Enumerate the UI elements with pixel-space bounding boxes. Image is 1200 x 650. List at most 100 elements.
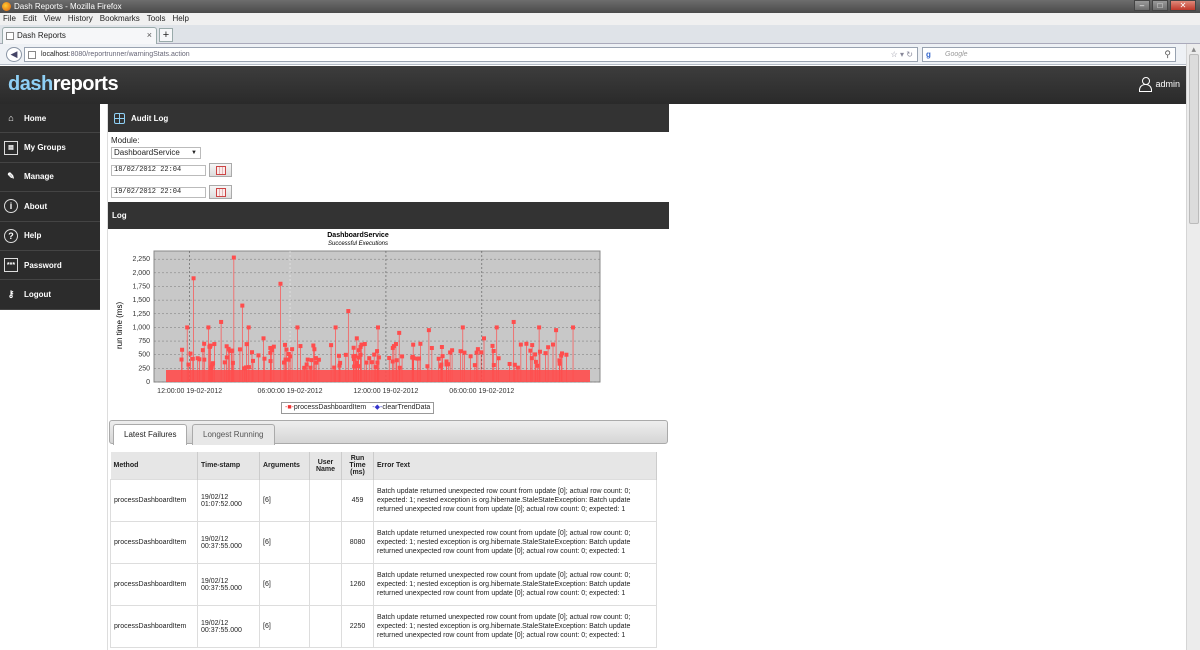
close-window-button[interactable]: ✕ xyxy=(1170,0,1196,11)
user-name: admin xyxy=(1155,79,1180,89)
sidebar-item-label: Manage xyxy=(24,172,54,182)
series-point xyxy=(458,349,463,354)
series-point xyxy=(304,362,309,367)
series-point xyxy=(515,365,520,370)
url-path: :8080/reportrunner/warningStats.action xyxy=(68,51,190,58)
browser-tab[interactable]: Dash Reports × xyxy=(2,27,157,44)
series-point xyxy=(343,352,348,357)
cell-method: processDashboardItem xyxy=(110,521,198,564)
table-row[interactable]: processDashboardItem 19/02/12 01:07:52.000… xyxy=(110,479,657,522)
table-row[interactable]: processDashboardItem 19/02/12 00:37:55.000… xyxy=(110,605,657,648)
audit-log-header: Audit Log xyxy=(108,104,669,132)
col-timestamp[interactable]: Time-stamp xyxy=(197,452,260,480)
legend-item-clear[interactable]: -◆-clearTrendData xyxy=(372,403,430,413)
tab-close-icon[interactable]: × xyxy=(147,28,152,43)
cell-run-time: 2250 xyxy=(341,605,374,648)
bookmark-star-icon[interactable]: ☆ ▾ ↻ xyxy=(891,48,913,61)
back-arrow-icon[interactable]: ◀ xyxy=(6,47,22,62)
series-point xyxy=(261,336,266,341)
series-point xyxy=(222,360,227,365)
legend-blue-marker: -◆- xyxy=(372,404,383,411)
sidebar-item-password[interactable]: *** Password xyxy=(0,251,100,281)
menu-help[interactable]: Help xyxy=(172,13,188,25)
col-user-name[interactable]: User Name xyxy=(309,452,342,480)
sidebar-item-manage[interactable]: ✎ Manage xyxy=(0,163,100,193)
table-row[interactable]: processDashboardItem 19/02/12 00:37:55.000… xyxy=(110,563,657,606)
minimize-button[interactable]: – xyxy=(1134,0,1150,11)
menu-file[interactable]: File xyxy=(3,13,16,25)
maximize-button[interactable]: □ xyxy=(1152,0,1168,11)
series-point xyxy=(179,357,184,362)
series-point xyxy=(351,345,356,350)
series-point xyxy=(524,341,529,346)
series-point xyxy=(242,366,247,371)
series-point xyxy=(332,365,337,370)
series-point xyxy=(491,348,496,353)
series-point xyxy=(262,356,267,361)
series-point xyxy=(180,347,185,352)
series-point xyxy=(224,344,229,349)
sidebar-item-about[interactable]: i About xyxy=(0,192,100,222)
menu-edit[interactable]: Edit xyxy=(23,13,37,25)
menu-view[interactable]: View xyxy=(44,13,61,25)
failures-table: Method Time-stamp Arguments User Name Ru… xyxy=(110,452,657,650)
sidebar-item-logout[interactable]: ⚷ Logout xyxy=(0,280,100,310)
sidebar-item-my-groups[interactable]: ▤ My Groups xyxy=(0,133,100,163)
series-point xyxy=(387,355,392,360)
sidebar-item-label: About xyxy=(24,201,48,211)
logout-icon: ⚷ xyxy=(7,289,15,300)
legend-item-process[interactable]: -■-processDashboardItem xyxy=(285,403,366,413)
col-run-time[interactable]: Run Time (ms) xyxy=(341,452,374,480)
series-point xyxy=(278,281,283,286)
legend-label: processDashboardItem xyxy=(293,404,367,411)
search-icon[interactable]: ⚲ xyxy=(1164,48,1171,61)
series-point xyxy=(354,360,359,365)
series-point xyxy=(546,345,551,350)
series-point xyxy=(418,341,423,346)
series-point xyxy=(490,343,495,348)
page-scrollbar[interactable]: ▴ xyxy=(1186,44,1200,650)
info-icon: i xyxy=(4,199,18,214)
y-tick-label: 750 xyxy=(138,338,150,345)
date-from-calendar-button[interactable] xyxy=(209,163,232,177)
series-point xyxy=(354,336,359,341)
menu-history[interactable]: History xyxy=(68,13,93,25)
col-arguments[interactable]: Arguments xyxy=(259,452,310,480)
legend-red-marker: -■- xyxy=(285,404,294,411)
search-input[interactable]: g Google ⚲ xyxy=(922,47,1176,62)
main-panel: Audit Log Module: DashboardService ▼ 18/… xyxy=(107,104,669,650)
scrollbar-thumb[interactable] xyxy=(1189,54,1199,224)
legend-label: clearTrendData xyxy=(382,404,431,411)
url-bar[interactable]: localhost:8080/reportrunner/warningStats… xyxy=(24,47,918,62)
groups-icon: ▤ xyxy=(4,140,18,155)
menu-tools[interactable]: Tools xyxy=(147,13,166,25)
series-point xyxy=(551,342,556,347)
series-point xyxy=(202,341,207,346)
app-logo[interactable]: dashreports xyxy=(8,73,119,96)
chevron-down-icon: ▼ xyxy=(191,150,197,156)
tab-longest-running[interactable]: Longest Running xyxy=(192,424,275,445)
col-method[interactable]: Method xyxy=(110,452,198,480)
series-point xyxy=(496,356,501,361)
sidebar-item-label: Home xyxy=(24,113,47,123)
date-from-input[interactable]: 18/02/2012 22:04 xyxy=(111,165,206,176)
series-point xyxy=(564,352,569,357)
cell-timestamp: 19/02/12 00:37:55.000 xyxy=(197,563,260,606)
tab-latest-failures[interactable]: Latest Failures xyxy=(113,424,188,445)
date-to-input[interactable]: 19/02/2012 22:04 xyxy=(111,187,206,198)
col-error-text[interactable]: Error Text xyxy=(373,452,657,480)
timestamp-date: 19/02/12 xyxy=(201,535,229,543)
x-tick-label: 12:00:00 19-02-2012 xyxy=(353,388,418,395)
new-tab-button[interactable]: + xyxy=(159,28,173,42)
table-row[interactable]: processDashboardItem 19/02/12 00:37:55.000… xyxy=(110,521,657,564)
series-point xyxy=(482,336,486,341)
user-menu[interactable]: admin xyxy=(1139,77,1180,92)
table-header-row: Method Time-stamp Arguments User Name Ru… xyxy=(110,452,657,480)
sidebar-item-help[interactable]: ? Help xyxy=(0,222,100,251)
date-to-calendar-button[interactable] xyxy=(209,185,232,199)
sidebar-item-home[interactable]: ⌂ Home xyxy=(0,104,100,134)
menu-bookmarks[interactable]: Bookmarks xyxy=(100,13,140,25)
series-point xyxy=(346,309,351,314)
series-point xyxy=(554,328,559,333)
module-select[interactable]: DashboardService ▼ xyxy=(111,147,201,159)
